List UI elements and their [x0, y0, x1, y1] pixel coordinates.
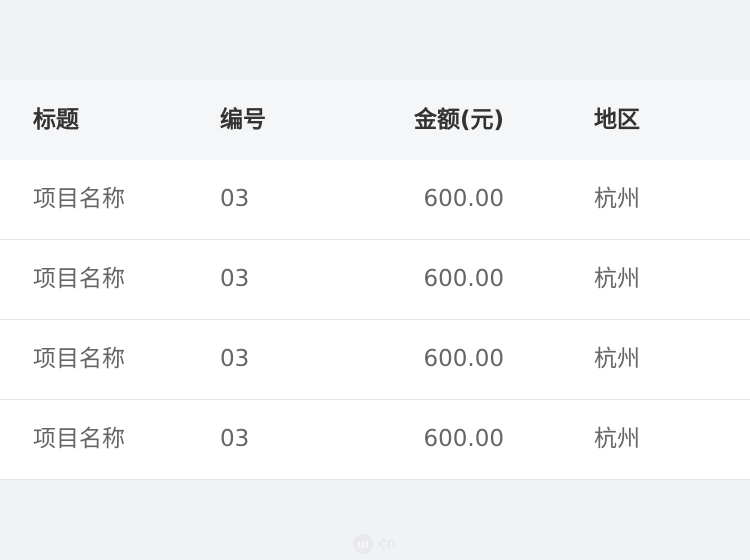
header-region: 地区 — [594, 106, 640, 133]
cell-region: 杭州 — [594, 186, 640, 212]
cell-amount: 600.00 — [423, 266, 504, 292]
header-code: 编号 — [220, 106, 266, 133]
header-title: 标题 — [33, 106, 79, 133]
table-row[interactable]: 项目名称 03 600.00 杭州 — [0, 240, 750, 320]
cell-region: 杭州 — [594, 266, 640, 292]
watermark-text: cn — [379, 536, 396, 552]
cell-amount: 600.00 — [423, 426, 504, 452]
cell-title: 项目名称 — [33, 266, 125, 292]
cell-region: 杭州 — [594, 346, 640, 372]
cell-title: 项目名称 — [33, 346, 125, 372]
cell-code: 03 — [220, 186, 250, 212]
cell-region: 杭州 — [594, 426, 640, 452]
cell-code: 03 — [220, 346, 250, 372]
table-row[interactable]: 项目名称 03 600.00 杭州 — [0, 160, 750, 240]
header-amount: 金额(元) — [413, 106, 504, 133]
cell-title: 项目名称 — [33, 426, 125, 452]
cell-code: 03 — [220, 426, 250, 452]
table-row[interactable]: 项目名称 03 600.00 杭州 — [0, 400, 750, 480]
watermark: ui cn — [353, 534, 396, 554]
watermark-logo-icon: ui — [353, 534, 373, 554]
table-row[interactable]: 项目名称 03 600.00 杭州 — [0, 320, 750, 400]
cell-amount: 600.00 — [423, 186, 504, 212]
data-table: 标题 编号 金额(元) 地区 项目名称 03 600.00 杭州 项目名称 03… — [0, 80, 750, 480]
table-header-row: 标题 编号 金额(元) 地区 — [0, 80, 750, 160]
cell-amount: 600.00 — [423, 346, 504, 372]
cell-title: 项目名称 — [33, 186, 125, 212]
cell-code: 03 — [220, 266, 250, 292]
